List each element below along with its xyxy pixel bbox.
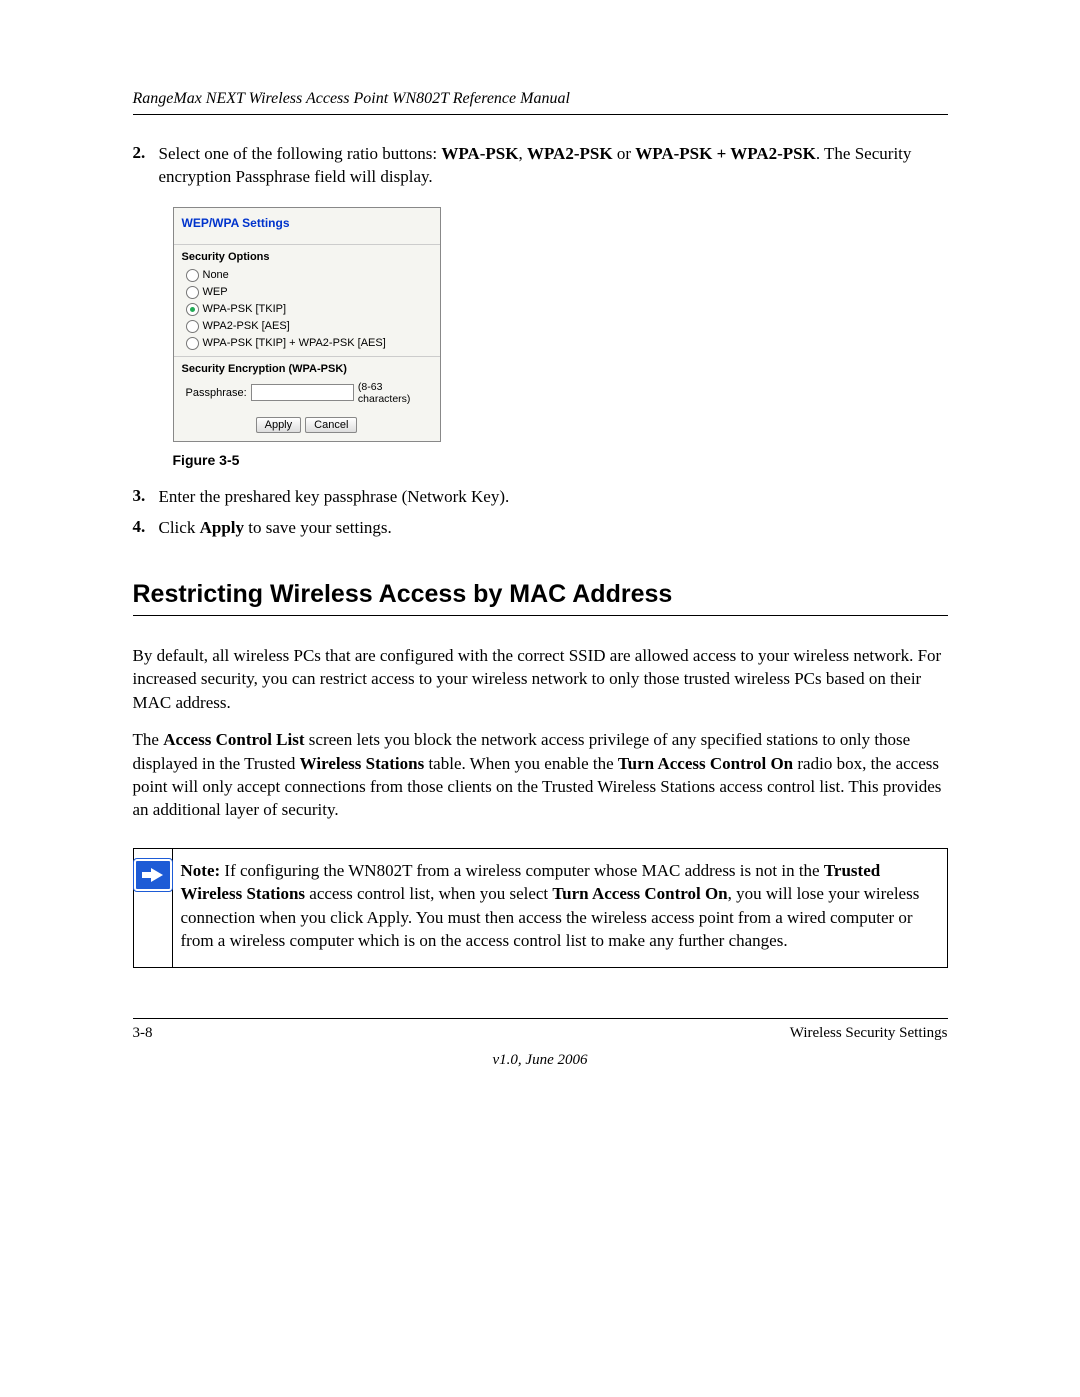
bold-acl: Access Control List <box>163 730 304 749</box>
bold-turn-ac-on: Turn Access Control On <box>552 884 727 903</box>
page-footer: 3-8 Wireless Security Settings <box>133 1018 948 1042</box>
step-number: 4. <box>133 517 159 540</box>
radio-icon <box>186 303 199 316</box>
encryption-heading: Security Encryption (WPA-PSK) <box>182 363 432 375</box>
radio-option-wpa2-psk[interactable]: WPA2-PSK [AES] <box>182 318 432 335</box>
section-title: Wireless Security Settings <box>790 1025 948 1042</box>
paragraph: By default, all wireless PCs that are co… <box>133 644 948 714</box>
radio-icon <box>186 337 199 350</box>
step-4: 4. Click Apply to save your settings. <box>133 517 948 540</box>
step-2: 2. Select one of the following ratio but… <box>133 143 948 189</box>
step-body: Click Apply to save your settings. <box>159 517 948 540</box>
apply-button[interactable]: Apply <box>256 417 302 433</box>
wep-wpa-settings-panel: WEP/WPA Settings Security Options None W… <box>173 207 441 442</box>
step-3: 3. Enter the preshared key passphrase (N… <box>133 486 948 509</box>
step-number: 2. <box>133 143 159 189</box>
security-options-heading: Security Options <box>182 251 432 263</box>
bold-apply: Apply <box>200 518 244 537</box>
radio-option-wpa-psk[interactable]: WPA-PSK [TKIP] <box>182 301 432 318</box>
radio-label: WPA-PSK [TKIP] <box>203 303 287 315</box>
radio-icon <box>186 286 199 299</box>
figure-caption: Figure 3-5 <box>173 452 948 468</box>
bold-turn-ac-on: Turn Access Control On <box>618 754 793 773</box>
step-body: Enter the preshared key passphrase (Netw… <box>159 486 948 509</box>
radio-option-wpa-combo[interactable]: WPA-PSK [TKIP] + WPA2-PSK [AES] <box>182 335 432 352</box>
step-number: 3. <box>133 486 159 509</box>
cancel-button[interactable]: Cancel <box>305 417 357 433</box>
doc-version: v1.0, June 2006 <box>133 1052 948 1069</box>
passphrase-label: Passphrase: <box>186 387 247 399</box>
section-heading-mac: Restricting Wireless Access by MAC Addre… <box>133 580 948 616</box>
panel-title: WEP/WPA Settings <box>174 208 440 245</box>
bold-wpa-psk: WPA-PSK <box>441 144 518 163</box>
radio-label: WPA-PSK [TKIP] + WPA2-PSK [AES] <box>203 337 386 349</box>
radio-label: WEP <box>203 286 228 298</box>
note-arrow-icon <box>134 859 172 891</box>
page-number: 3-8 <box>133 1025 153 1042</box>
note-lead: Note: <box>181 861 221 880</box>
bold-wpa2-psk: WPA2-PSK <box>527 144 613 163</box>
radio-label: None <box>203 269 229 281</box>
bold-wireless-stations: Wireless Stations <box>300 754 425 773</box>
passphrase-input[interactable] <box>251 384 354 401</box>
bold-wpa-combo: WPA-PSK + WPA2-PSK <box>635 144 816 163</box>
passphrase-hint: (8-63 characters) <box>358 381 432 405</box>
radio-icon <box>186 269 199 282</box>
running-head: RangeMax NEXT Wireless Access Point WN80… <box>133 90 948 115</box>
paragraph: The Access Control List screen lets you … <box>133 728 948 822</box>
radio-option-wep[interactable]: WEP <box>182 284 432 301</box>
note-body: Note: If configuring the WN802T from a w… <box>173 849 947 967</box>
radio-option-none[interactable]: None <box>182 267 432 284</box>
step-body: Select one of the following ratio button… <box>159 143 948 189</box>
radio-label: WPA2-PSK [AES] <box>203 320 290 332</box>
note-box: Note: If configuring the WN802T from a w… <box>133 848 948 968</box>
radio-icon <box>186 320 199 333</box>
